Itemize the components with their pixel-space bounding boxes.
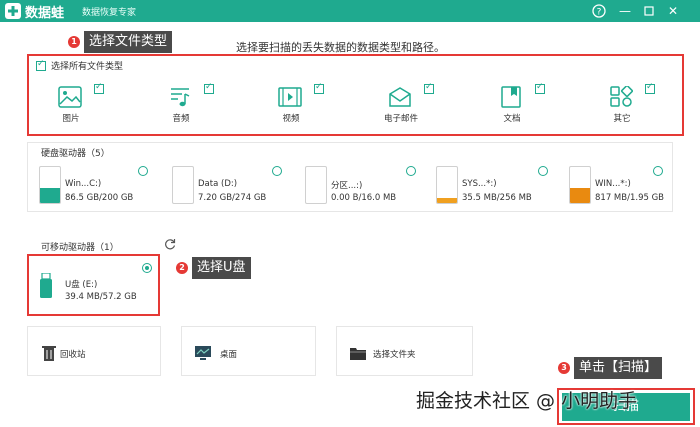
select-all-row[interactable]: 选择所有文件类型 bbox=[36, 59, 123, 72]
location-label: 选择文件夹 bbox=[373, 350, 416, 360]
drive-icon bbox=[436, 166, 458, 204]
file-type-document[interactable]: 文档 bbox=[477, 80, 565, 128]
folder-icon bbox=[350, 348, 366, 360]
file-type-label: 图片 bbox=[62, 114, 80, 124]
location-recycle-bin[interactable]: 回收站 bbox=[27, 326, 161, 376]
usb-drive-name[interactable]: U盘 (E:) bbox=[65, 278, 97, 290]
video-icon bbox=[278, 87, 302, 107]
app-subtitle: 数据恢复专家 bbox=[82, 8, 137, 18]
drive-c-radio[interactable] bbox=[138, 166, 148, 176]
file-type-other[interactable]: 其它 bbox=[587, 80, 675, 128]
audio-icon bbox=[171, 88, 190, 107]
drive-icon bbox=[172, 166, 194, 204]
refresh-icon[interactable] bbox=[164, 238, 176, 250]
document-icon bbox=[501, 86, 521, 108]
drive-size: 35.5 MB/256 MB bbox=[462, 193, 532, 203]
file-type-email[interactable]: 电子邮件 bbox=[366, 80, 454, 128]
file-type-highlight bbox=[27, 54, 684, 136]
image-checkbox[interactable] bbox=[94, 82, 104, 94]
drive-win[interactable]: WIN...*:) 817 MB/1.95 GB bbox=[569, 166, 689, 208]
drive-name: 分区...:) bbox=[331, 181, 363, 191]
location-label: 回收站 bbox=[60, 350, 86, 360]
file-type-label: 视频 bbox=[282, 114, 300, 124]
select-all-checkbox[interactable] bbox=[36, 59, 46, 71]
svg-text:?: ? bbox=[597, 8, 602, 18]
recycle-bin-icon bbox=[42, 346, 56, 361]
drive-icon bbox=[39, 166, 61, 204]
image-icon bbox=[58, 86, 82, 108]
file-type-label: 文档 bbox=[503, 114, 521, 124]
drive-name: WIN...*:) bbox=[595, 179, 631, 189]
location-label: 桌面 bbox=[220, 350, 238, 360]
drive-name: SYS...*:) bbox=[462, 179, 497, 189]
document-checkbox[interactable] bbox=[535, 82, 545, 94]
app-logo-icon bbox=[5, 3, 21, 19]
email-checkbox[interactable] bbox=[424, 82, 434, 94]
step2-marker: 2 bbox=[176, 262, 188, 274]
title-bar: 数据蛙 数据恢复专家 ? — ✕ bbox=[0, 0, 700, 22]
drive-size: 817 MB/1.95 GB bbox=[595, 193, 665, 203]
close-icon[interactable]: ✕ bbox=[664, 2, 682, 20]
drive-size: 0.00 B/16.0 MB bbox=[331, 193, 397, 203]
step2-label: 选择U盘 bbox=[192, 257, 251, 279]
drive-d-radio[interactable] bbox=[272, 166, 282, 176]
video-checkbox[interactable] bbox=[314, 82, 324, 94]
file-type-label: 其它 bbox=[613, 114, 631, 124]
usb-drive-icon bbox=[39, 272, 53, 299]
watermark: 掘金技术社区 @ 小明助手 bbox=[416, 390, 638, 412]
step3-marker: 3 bbox=[558, 362, 570, 374]
step3-label: 单击【扫描】 bbox=[574, 357, 663, 379]
drive-name: Data (D:) bbox=[198, 179, 238, 189]
app-name: 数据蛙 bbox=[25, 6, 65, 21]
other-icon bbox=[610, 86, 633, 107]
usb-drive-radio[interactable] bbox=[142, 263, 152, 273]
removable-title: 可移动驱动器（1） bbox=[41, 243, 119, 253]
instruction-text: 选择要扫描的丢失数据的数据类型和路径。 bbox=[236, 41, 445, 54]
drive-icon bbox=[305, 166, 327, 204]
location-desktop[interactable]: 桌面 bbox=[181, 326, 316, 376]
other-checkbox[interactable] bbox=[645, 82, 655, 94]
location-choose-folder[interactable]: 选择文件夹 bbox=[336, 326, 473, 376]
file-type-audio[interactable]: 音频 bbox=[146, 80, 234, 128]
minimize-icon[interactable]: — bbox=[616, 2, 634, 20]
file-type-video[interactable]: 视频 bbox=[256, 80, 344, 128]
drive-win-radio[interactable] bbox=[653, 166, 663, 176]
hard-drive-title: 硬盘驱动器（5） bbox=[41, 149, 110, 159]
maximize-icon[interactable] bbox=[640, 2, 658, 20]
drive-size: 86.5 GB/200 GB bbox=[65, 193, 134, 203]
drive-size: 7.20 GB/274 GB bbox=[198, 193, 267, 203]
step1-marker: 1 bbox=[68, 36, 80, 48]
file-type-image[interactable]: 图片 bbox=[36, 80, 124, 128]
audio-checkbox[interactable] bbox=[204, 82, 214, 94]
email-icon bbox=[389, 87, 411, 107]
drive-sys-radio[interactable] bbox=[538, 166, 548, 176]
file-type-label: 电子邮件 bbox=[383, 114, 418, 124]
desktop-icon bbox=[195, 346, 211, 360]
drive-partition-radio[interactable] bbox=[406, 166, 416, 176]
select-all-label: 选择所有文件类型 bbox=[51, 62, 124, 72]
usb-drive-size: 39.4 MB/57.2 GB bbox=[65, 292, 137, 302]
help-icon[interactable]: ? bbox=[590, 2, 608, 20]
drive-icon bbox=[569, 166, 591, 204]
step1-label: 选择文件类型 bbox=[84, 31, 173, 53]
drive-name: Win...C:) bbox=[65, 179, 102, 189]
file-type-label: 音频 bbox=[172, 114, 190, 124]
